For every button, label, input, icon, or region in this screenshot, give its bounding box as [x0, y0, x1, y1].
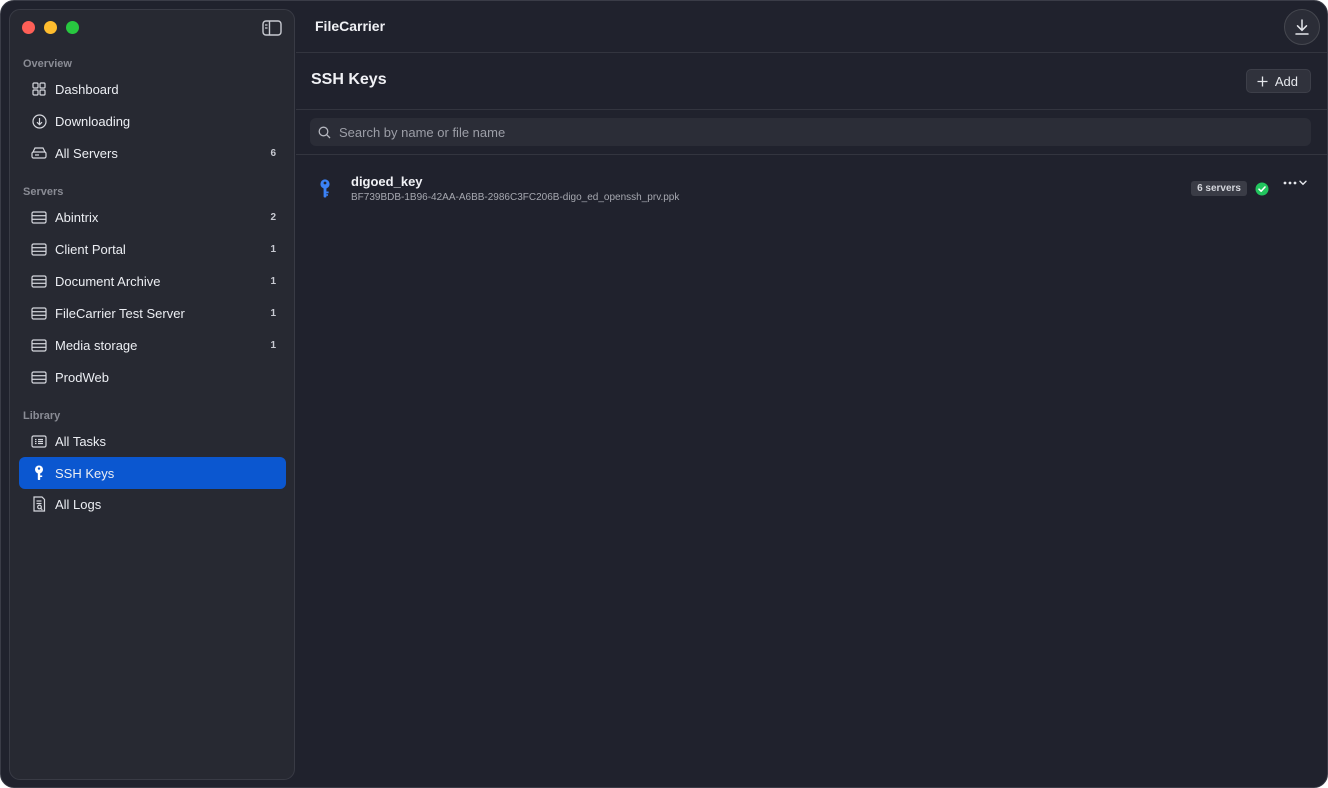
section-label-overview: Overview: [23, 58, 72, 70]
zoom-window-button[interactable]: [66, 21, 79, 34]
header-divider: [296, 52, 1327, 53]
sidebar-item-label: SSH Keys: [55, 465, 115, 481]
sidebar-item-count: 2: [270, 211, 276, 223]
sidebar-item-count: 1: [270, 275, 276, 287]
main-content: FileCarrier SSH Keys Add Search by name …: [296, 1, 1327, 787]
servers-stack-icon: [31, 145, 47, 161]
sidebar: Overview Dashboard Downloading All Serve…: [9, 9, 295, 780]
section-label-servers: Servers: [23, 186, 64, 198]
sidebar-item-prodweb[interactable]: ProdWeb: [19, 361, 286, 393]
sidebar-item-label: Media storage: [55, 337, 138, 353]
search-bar: [310, 118, 1311, 146]
section-label-library: Library: [23, 410, 61, 422]
search-divider: [296, 154, 1327, 155]
server-icon: [31, 337, 47, 353]
sidebar-item-filecarrier-test-server[interactable]: FileCarrier Test Server 1: [19, 297, 286, 329]
minimize-window-button[interactable]: [44, 21, 57, 34]
chevron-down-icon: [1299, 180, 1307, 186]
sidebar-item-downloading[interactable]: Downloading: [19, 105, 286, 137]
sidebar-item-ssh-keys[interactable]: SSH Keys: [19, 457, 286, 489]
sidebar-item-client-portal[interactable]: Client Portal 1: [19, 233, 286, 265]
key-icon: [31, 465, 47, 481]
servers-count-badge: 6 servers: [1191, 181, 1247, 196]
ellipsis-icon: [1283, 181, 1297, 185]
sidebar-item-all-servers[interactable]: All Servers 6: [19, 137, 286, 169]
app-window: Overview Dashboard Downloading All Serve…: [0, 0, 1328, 788]
sidebar-item-document-archive[interactable]: Document Archive 1: [19, 265, 286, 297]
download-circle-icon: [31, 113, 47, 129]
sidebar-item-media-storage[interactable]: Media storage 1: [19, 329, 286, 361]
search-input[interactable]: [331, 118, 1311, 146]
title-divider: [296, 109, 1327, 110]
key-icon: [320, 179, 330, 198]
sidebar-item-label: Document Archive: [55, 273, 161, 289]
sidebar-item-label: All Servers: [55, 145, 118, 161]
more-options-button[interactable]: [1283, 180, 1307, 186]
sidebar-item-abintrix[interactable]: Abintrix 2: [19, 201, 286, 233]
sidebar-item-count: 1: [270, 339, 276, 351]
add-key-button[interactable]: Add: [1245, 69, 1311, 93]
sidebar-item-label: Abintrix: [55, 209, 99, 225]
log-document-icon: [31, 496, 47, 512]
key-file-name: BF739BDB-1B96-42AA-A6BB-2986C3FC206B-dig…: [351, 192, 680, 203]
sidebar-item-dashboard[interactable]: Dashboard: [19, 73, 286, 105]
page-title: SSH Keys: [311, 71, 387, 88]
server-icon: [31, 241, 47, 257]
grid-icon: [31, 81, 47, 97]
sidebar-toggle-button[interactable]: [262, 19, 282, 37]
server-icon: [31, 273, 47, 289]
sidebar-item-label: FileCarrier Test Server: [55, 305, 185, 321]
key-name: digoed_key: [351, 174, 423, 189]
sidebar-toggle-icon: [262, 20, 282, 36]
sidebar-item-count: 6: [270, 147, 276, 159]
task-list-icon: [31, 433, 47, 449]
sidebar-item-label: Client Portal: [55, 241, 126, 257]
sidebar-item-all-logs[interactable]: All Logs: [19, 488, 286, 520]
server-icon: [31, 369, 47, 385]
sidebar-item-label: All Tasks: [55, 433, 107, 449]
window-controls: [22, 21, 79, 34]
downloads-button[interactable]: [1284, 9, 1320, 45]
download-arrow-icon: [1295, 19, 1309, 35]
server-icon: [31, 305, 47, 321]
sidebar-item-label: ProdWeb: [55, 369, 109, 385]
plus-icon: [1257, 76, 1268, 86]
check-circle-icon: [1255, 182, 1269, 196]
sidebar-item-count: 1: [270, 243, 276, 255]
sidebar-item-count: 1: [270, 307, 276, 319]
sidebar-item-label: Dashboard: [55, 81, 119, 97]
add-button-label: Add: [1274, 73, 1298, 89]
key-row[interactable]: digoed_key BF739BDB-1B96-42AA-A6BB-2986C…: [310, 168, 1311, 210]
app-title: FileCarrier: [315, 18, 386, 34]
sidebar-item-label: All Logs: [55, 496, 102, 512]
sidebar-item-label: Downloading: [55, 113, 131, 129]
sidebar-item-all-tasks[interactable]: All Tasks: [19, 425, 286, 457]
server-icon: [31, 209, 47, 225]
search-icon: [318, 126, 331, 138]
close-window-button[interactable]: [22, 21, 35, 34]
